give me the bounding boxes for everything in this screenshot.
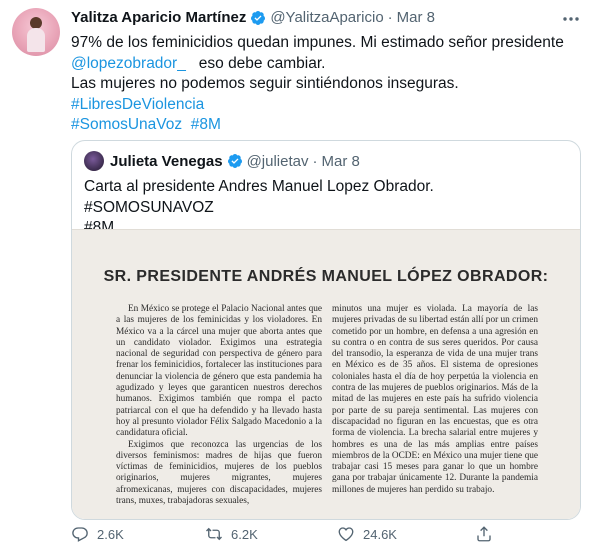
quoted-tweet[interactable]: Julieta Venegas @julietav · Mar 8 Carta …: [71, 140, 581, 520]
tweet-date[interactable]: Mar 8: [397, 9, 435, 26]
retweet-icon: [206, 527, 222, 541]
author-handle[interactable]: @YalitzaAparicio: [270, 9, 383, 26]
quoted-author-name: Julieta Venegas: [110, 152, 223, 170]
quoted-tweet-date: Mar 8: [321, 152, 360, 170]
hashtag-somos-una-voz[interactable]: #SomosUnaVoz: [71, 116, 182, 133]
mention-link[interactable]: @lopezobrador_: [71, 55, 186, 72]
reply-button[interactable]: 2.6K: [71, 525, 124, 543]
quoted-text-line-1: Carta al presidente Andres Manuel Lopez …: [84, 178, 434, 216]
letter-paragraph: Exigimos que reconozca las urgencias de …: [116, 439, 322, 507]
letter-image[interactable]: SR. PRESIDENTE ANDRÉS MANUEL LÓPEZ OBRAD…: [72, 229, 580, 519]
letter-column-left: En México se protege el Palacio Nacional…: [116, 304, 322, 507]
share-icon: [477, 526, 491, 542]
tweet-text: 97% de los feminicidios quedan impunes. …: [71, 33, 581, 136]
like-count: 24.6K: [363, 526, 397, 542]
verified-badge-icon: [227, 154, 242, 168]
quoted-tweet-header: Julieta Venegas @julietav · Mar 8: [84, 151, 360, 171]
verified-badge-icon: [251, 10, 266, 25]
tweet-line-2-text: eso debe cambiar.: [198, 54, 326, 72]
tweet-line-5: #SomosUnaVoz #8M: [71, 115, 581, 136]
author-avatar[interactable]: [12, 8, 60, 56]
tweet-line-3: Las mujeres no podemos seguir sintiéndon…: [71, 75, 459, 92]
tweet-line-1: 97% de los feminicidios quedan impunes. …: [71, 34, 564, 51]
like-button[interactable]: 24.6K: [337, 525, 397, 543]
heart-icon: [338, 527, 354, 542]
letter-paragraph: minutos una mujer es violada. La mayoría…: [332, 304, 538, 495]
more-horizontal-icon[interactable]: [561, 10, 581, 28]
tweet-line-4: #LibresDeViolencia: [71, 95, 581, 116]
author-name[interactable]: Yalitza Aparicio Martínez: [71, 9, 246, 26]
share-button[interactable]: [475, 525, 501, 543]
tweet-header: Yalitza Aparicio Martínez @YalitzaAparic…: [71, 9, 435, 26]
hashtag-8m[interactable]: #8M: [191, 116, 221, 133]
hashtag-libres-de-violencia[interactable]: #LibresDeViolencia: [71, 96, 204, 113]
tweet-actions: 2.6K 6.2K 24.6K: [71, 525, 581, 547]
quoted-author-handle: @julietav: [246, 152, 309, 170]
letter-column-right: minutos una mujer es violada. La mayoría…: [332, 304, 538, 496]
letter-title: SR. PRESIDENTE ANDRÉS MANUEL LÓPEZ OBRAD…: [103, 268, 549, 285]
retweet-button[interactable]: 6.2K: [205, 525, 258, 543]
separator-dot: ·: [312, 152, 318, 170]
separator-dot: ·: [387, 9, 393, 26]
tweet-line-2: @lopezobrador_ eso debe cambiar.: [71, 54, 581, 75]
reply-icon: [72, 527, 88, 542]
tweet[interactable]: Yalitza Aparicio Martínez @YalitzaAparic…: [0, 0, 599, 550]
avatar-body: [27, 28, 45, 52]
quoted-author-avatar: [84, 151, 104, 171]
retweet-count: 6.2K: [231, 526, 258, 542]
letter-paragraph: En México se protege el Palacio Nacional…: [116, 304, 322, 439]
reply-count: 2.6K: [97, 526, 124, 542]
